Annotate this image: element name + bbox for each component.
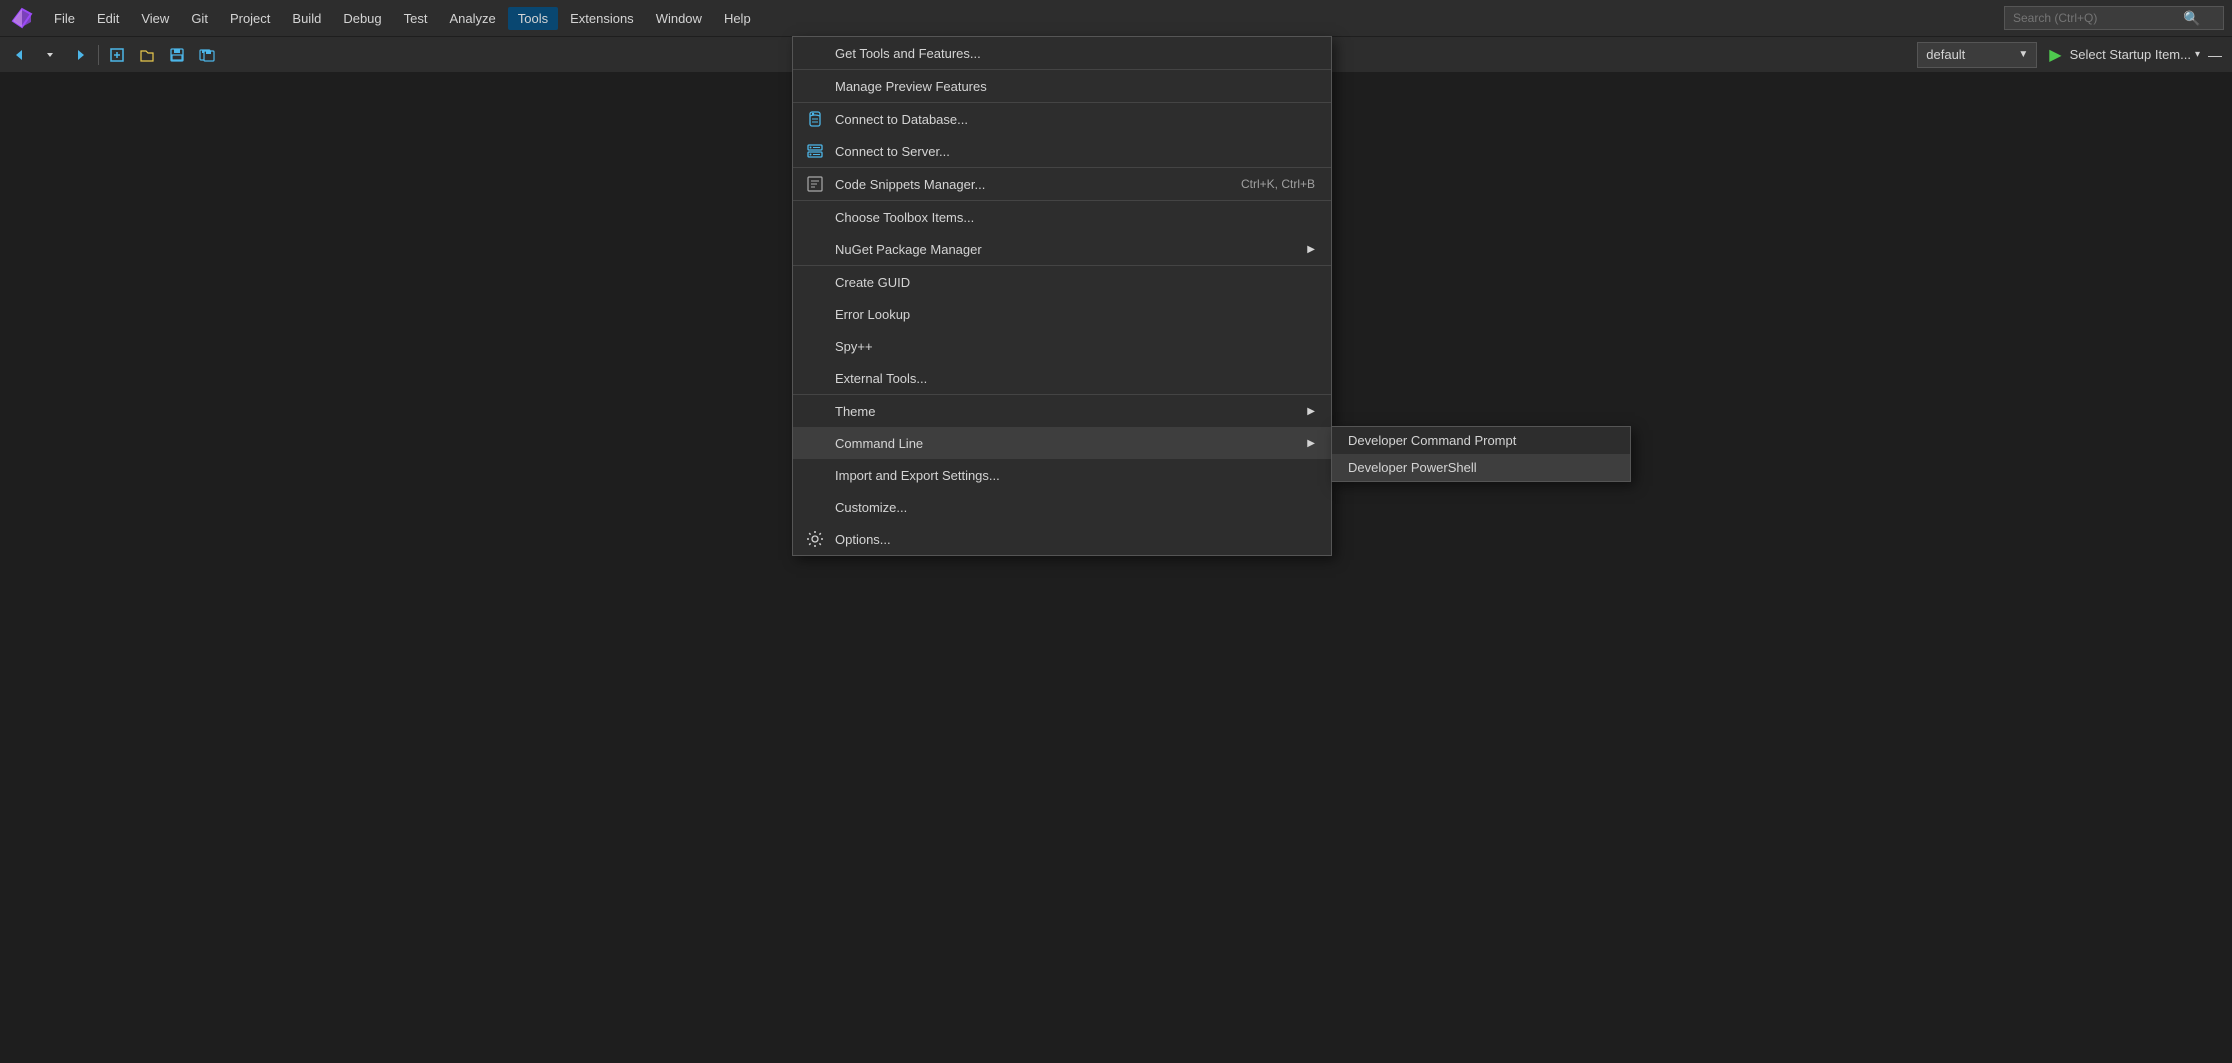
- menu-error-lookup[interactable]: Error Lookup: [793, 298, 1331, 330]
- nuget-label: NuGet Package Manager: [835, 242, 1297, 257]
- tools-dropdown-menu: Get Tools and Features... Manage Preview…: [792, 36, 1332, 556]
- no-icon: [805, 368, 825, 388]
- search-icon: 🔍: [2183, 10, 2200, 27]
- menu-spy[interactable]: Spy++: [793, 330, 1331, 362]
- config-value: default: [1926, 47, 1965, 62]
- chevron-down-icon: ▼: [2018, 49, 2028, 60]
- import-export-label: Import and Export Settings...: [835, 468, 1315, 483]
- save-all-button[interactable]: [193, 41, 221, 69]
- menu-bar: File Edit View Git Project Build Debug T…: [0, 0, 2232, 36]
- menu-connect-server[interactable]: Connect to Server...: [793, 135, 1331, 168]
- forward-button[interactable]: [66, 41, 94, 69]
- no-icon: [805, 401, 825, 421]
- get-tools-label: Get Tools and Features...: [835, 46, 1315, 61]
- no-icon: [805, 207, 825, 227]
- theme-arrow-icon: ▶: [1307, 406, 1315, 417]
- menu-file[interactable]: File: [44, 7, 85, 30]
- code-snippets-shortcut: Ctrl+K, Ctrl+B: [1241, 177, 1315, 191]
- menu-get-tools[interactable]: Get Tools and Features...: [793, 37, 1331, 70]
- menu-help[interactable]: Help: [714, 7, 761, 30]
- no-icon: [805, 304, 825, 324]
- connect-server-label: Connect to Server...: [835, 144, 1315, 159]
- startup-area: ▶ Select Startup Item... ▾ —: [2045, 43, 2226, 67]
- submenu-dev-ps[interactable]: Developer PowerShell: [1332, 454, 1630, 481]
- startup-item-label[interactable]: Select Startup Item...: [2070, 47, 2191, 62]
- no-icon: [805, 336, 825, 356]
- dev-ps-label: Developer PowerShell: [1348, 460, 1477, 475]
- menu-manage-preview[interactable]: Manage Preview Features: [793, 70, 1331, 103]
- menu-edit[interactable]: Edit: [87, 7, 129, 30]
- menu-choose-toolbox[interactable]: Choose Toolbox Items...: [793, 201, 1331, 233]
- command-line-submenu: Developer Command Prompt Developer Power…: [1331, 426, 1631, 482]
- no-icon: [805, 433, 825, 453]
- no-icon: [805, 497, 825, 517]
- menu-code-snippets[interactable]: Code Snippets Manager... Ctrl+K, Ctrl+B: [793, 168, 1331, 201]
- menu-analyze[interactable]: Analyze: [439, 7, 505, 30]
- save-button[interactable]: [163, 41, 191, 69]
- options-label: Options...: [835, 532, 1315, 547]
- app-logo: [8, 4, 36, 32]
- menu-test[interactable]: Test: [394, 7, 438, 30]
- config-area: default ▼ ▶ Select Startup Item... ▾ —: [1917, 42, 2226, 68]
- error-lookup-label: Error Lookup: [835, 307, 1315, 322]
- play-button[interactable]: ▶: [2045, 43, 2065, 67]
- open-button[interactable]: [133, 41, 161, 69]
- spy-label: Spy++: [835, 339, 1315, 354]
- menu-project[interactable]: Project: [220, 7, 280, 30]
- dev-cmd-label: Developer Command Prompt: [1348, 433, 1516, 448]
- startup-line-button[interactable]: —: [2204, 45, 2226, 65]
- menu-tools[interactable]: Tools: [508, 7, 558, 30]
- command-line-arrow-icon: ▶: [1307, 438, 1315, 449]
- theme-label: Theme: [835, 404, 1297, 419]
- command-line-label: Command Line: [835, 436, 1297, 451]
- menu-git[interactable]: Git: [181, 7, 218, 30]
- nuget-arrow-icon: ▶: [1307, 244, 1315, 255]
- manage-preview-label: Manage Preview Features: [835, 79, 1315, 94]
- configuration-dropdown[interactable]: default ▼: [1917, 42, 2037, 68]
- menu-import-export[interactable]: Import and Export Settings...: [793, 459, 1331, 491]
- search-box[interactable]: 🔍: [2004, 6, 2224, 30]
- menu-theme[interactable]: Theme ▶: [793, 395, 1331, 427]
- connect-db-label: Connect to Database...: [835, 112, 1315, 127]
- menu-debug[interactable]: Debug: [333, 7, 391, 30]
- customize-label: Customize...: [835, 500, 1315, 515]
- no-icon: [805, 465, 825, 485]
- new-item-button[interactable]: [103, 41, 131, 69]
- no-icon: [805, 76, 825, 96]
- startup-item-dropdown-arrow[interactable]: ▾: [2195, 49, 2200, 60]
- database-icon: [805, 109, 825, 129]
- back-dropdown-button[interactable]: [36, 41, 64, 69]
- menu-nuget[interactable]: NuGet Package Manager ▶: [793, 233, 1331, 266]
- menu-connect-db[interactable]: Connect to Database...: [793, 103, 1331, 135]
- no-icon: [805, 272, 825, 292]
- menu-options[interactable]: Options...: [793, 523, 1331, 555]
- gear-icon: [805, 529, 825, 549]
- back-button[interactable]: [6, 41, 34, 69]
- no-icon: [805, 43, 825, 63]
- search-input[interactable]: [2013, 11, 2183, 25]
- code-snippets-label: Code Snippets Manager...: [835, 177, 1231, 192]
- toolbar-separator-1: [98, 45, 99, 65]
- menu-command-line[interactable]: Command Line ▶ Developer Command Prompt …: [793, 427, 1331, 459]
- menu-build[interactable]: Build: [282, 7, 331, 30]
- menu-extensions[interactable]: Extensions: [560, 7, 644, 30]
- external-tools-label: External Tools...: [835, 371, 1315, 386]
- no-icon: [805, 239, 825, 259]
- menu-create-guid[interactable]: Create GUID: [793, 266, 1331, 298]
- menu-view[interactable]: View: [131, 7, 179, 30]
- menu-window[interactable]: Window: [646, 7, 712, 30]
- submenu-dev-cmd[interactable]: Developer Command Prompt: [1332, 427, 1630, 454]
- choose-toolbox-label: Choose Toolbox Items...: [835, 210, 1315, 225]
- code-snippet-icon: [805, 174, 825, 194]
- menu-external-tools[interactable]: External Tools...: [793, 362, 1331, 395]
- server-icon: [805, 141, 825, 161]
- create-guid-label: Create GUID: [835, 275, 1315, 290]
- menu-customize[interactable]: Customize...: [793, 491, 1331, 523]
